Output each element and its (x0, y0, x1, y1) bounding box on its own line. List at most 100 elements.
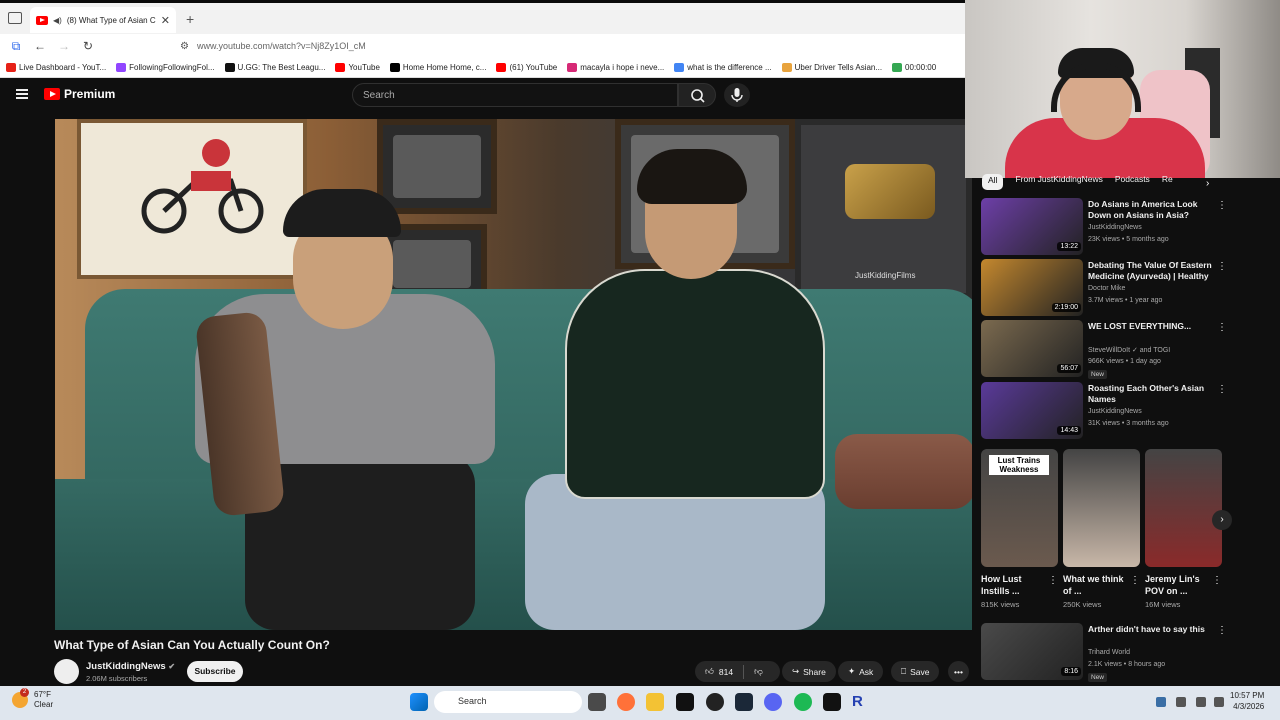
more-options-icon[interactable]: ⋮ (1212, 575, 1222, 586)
more-options-icon[interactable]: ⋮ (1048, 575, 1058, 586)
app-icon[interactable] (706, 693, 724, 711)
more-actions-button[interactable]: ••• (948, 661, 969, 682)
video-channel[interactable]: JustKiddingNews (1088, 408, 1142, 415)
filter-chip[interactable]: Re (1162, 174, 1173, 190)
bookmark-item[interactable]: macayla i hope i neve... (567, 63, 664, 72)
video-player[interactable]: JustKiddingFilms (55, 119, 972, 630)
short-item[interactable]: Lust Trains Weakness How Lust Instills ..… (981, 449, 1058, 609)
weather-widget[interactable]: 2 67°F Clear (12, 688, 54, 710)
chevron-right-icon[interactable]: › (1206, 178, 1209, 189)
bookmark-label: YouTube (348, 63, 380, 72)
forward-icon[interactable]: → (52, 39, 76, 53)
bookmark-item[interactable]: U.GG: The Best Leagu... (224, 63, 325, 72)
voice-search-button[interactable] (724, 83, 750, 107)
tab-active[interactable]: ◀) (8) What Type of Asian Can ✕ (30, 7, 176, 33)
short-thumbnail[interactable] (1145, 449, 1222, 567)
short-thumbnail[interactable] (1063, 449, 1140, 567)
subscribe-button[interactable]: Subscribe (187, 661, 243, 682)
tray-icon[interactable] (1176, 697, 1186, 707)
share-button[interactable]: ↪ Share (782, 661, 836, 682)
tray-icon[interactable] (1156, 697, 1166, 707)
video-duration: 56:07 (1057, 364, 1081, 373)
firefox-icon[interactable] (617, 693, 635, 711)
search-button[interactable] (678, 83, 716, 107)
search-input[interactable]: Search (352, 83, 678, 107)
pillow (835, 434, 972, 509)
video-title[interactable]: Debating The Value Of Eastern Medicine (… (1088, 260, 1214, 282)
bookmark-item[interactable]: Live Dashboard - YouT... (6, 63, 106, 72)
more-options-icon[interactable]: ⋮ (1217, 261, 1227, 272)
menu-icon[interactable] (16, 89, 28, 99)
bookmark-label: Uber Driver Tells Asian... (794, 63, 883, 72)
dislike-button[interactable]: 👎︎ (754, 666, 763, 677)
video-title[interactable]: Roasting Each Other's Asian Names (1088, 383, 1214, 405)
channel-avatar[interactable] (54, 659, 79, 684)
bookmark-item[interactable]: YouTube (335, 63, 380, 72)
more-options-icon[interactable]: ⋮ (1217, 322, 1227, 333)
video-channel[interactable]: Doctor Mike (1088, 285, 1125, 292)
bookmark-item[interactable]: Uber Driver Tells Asian... (781, 63, 883, 72)
motorcycle-poster (77, 119, 307, 279)
recommended-video[interactable]: 2:19:00 Debating The Value Of Eastern Med… (981, 259, 1227, 319)
recommended-video[interactable]: 8:16 Arther didn't have to say this Trihar… (981, 623, 1227, 683)
video-channel[interactable]: Trihard World (1088, 649, 1130, 656)
windows-start-icon[interactable] (410, 693, 428, 711)
tab-actions-icon[interactable] (8, 12, 22, 24)
bookmark-item[interactable]: FollowingFollowingFol... (116, 63, 215, 72)
close-tab-icon[interactable]: ✕ (161, 14, 170, 27)
recommended-video[interactable]: 56:07 WE LOST EVERYTHING... SteveWillDoIt … (981, 320, 1227, 380)
more-options-icon[interactable]: ⋮ (1217, 625, 1227, 636)
clock-date: 4/3/2026 (1233, 702, 1265, 711)
filter-chip[interactable]: From JustKiddingNews (1015, 174, 1102, 190)
ask-button[interactable]: ✦ Ask (838, 661, 884, 682)
discord-icon[interactable] (764, 693, 782, 711)
bookmark-item[interactable]: 00:00:00 (892, 63, 936, 72)
system-clock[interactable]: 10:57 PM 4/3/2026 (1230, 690, 1264, 712)
bookmark-item[interactable]: what is the difference ... (674, 63, 772, 72)
url-field[interactable]: ⚙ www.youtube.com/watch?v=Nj8Zy1OI_cM (180, 38, 920, 54)
save-button[interactable]: ⎕ Save (891, 661, 940, 682)
short-thumbnail[interactable]: Lust Trains Weakness (981, 449, 1058, 567)
file-explorer-icon[interactable] (646, 693, 664, 711)
video-title[interactable]: WE LOST EVERYTHING... (1088, 321, 1214, 332)
new-badge: New (1088, 370, 1108, 379)
filter-chip[interactable]: Podcasts (1115, 174, 1150, 190)
new-tab-button[interactable]: + (186, 11, 194, 27)
more-options-icon[interactable]: ⋮ (1217, 384, 1227, 395)
volume-icon[interactable] (1214, 697, 1224, 707)
video-channel[interactable]: SteveWillDoIt ✓ and TOGI (1088, 346, 1170, 354)
weather-condition: Clear (34, 700, 54, 709)
recommended-video[interactable]: 13:22 Do Asians in America Look Down on A… (981, 198, 1227, 258)
app-icon[interactable] (823, 693, 841, 711)
short-title[interactable]: Jeremy Lin's POV on ... (1145, 573, 1207, 597)
bookmark-item[interactable]: (61) YouTube (496, 63, 557, 72)
task-view-icon[interactable] (588, 693, 606, 711)
short-title[interactable]: How Lust Instills ... (981, 573, 1043, 597)
network-icon[interactable] (1196, 697, 1206, 707)
recommended-video[interactable]: 14:43 Roasting Each Other's Asian Names Ju… (981, 382, 1227, 442)
taskbar-search[interactable]: Search (434, 691, 582, 713)
filter-chip[interactable]: All (982, 174, 1004, 190)
more-options-icon[interactable]: ⋮ (1130, 575, 1140, 586)
short-item[interactable]: What we think of ... 250K views ⋮ (1063, 449, 1140, 609)
like-button[interactable]: 👍︎ 814 (705, 666, 733, 677)
spotify-icon[interactable] (794, 693, 812, 711)
steam-icon[interactable] (735, 693, 753, 711)
x-app-icon[interactable] (676, 693, 694, 711)
site-info-icon[interactable]: ⚙ (180, 41, 189, 52)
channel-name[interactable]: JustKiddingNews ✔ (86, 661, 175, 672)
short-title[interactable]: What we think of ... (1063, 573, 1125, 597)
back-icon[interactable]: ← (28, 39, 52, 53)
r-app-icon[interactable]: R (852, 693, 870, 711)
shorts-next-button[interactable]: › (1212, 510, 1232, 530)
short-item[interactable]: Jeremy Lin's POV on ... 16M views ⋮ (1145, 449, 1222, 609)
video-title[interactable]: Do Asians in America Look Down on Asians… (1088, 199, 1214, 221)
sidebar-toggle-icon[interactable]: ⧉ (4, 39, 28, 54)
bookmark-item[interactable]: Home Home Home, c... (389, 63, 486, 72)
more-options-icon[interactable]: ⋮ (1217, 200, 1227, 211)
reload-icon[interactable]: ↻ (76, 39, 100, 53)
video-channel[interactable]: JustKiddingNews (1088, 224, 1142, 231)
video-title[interactable]: Arther didn't have to say this (1088, 624, 1214, 635)
audio-icon[interactable]: ◀) (53, 16, 62, 25)
youtube-logo[interactable]: Premium (44, 87, 115, 101)
